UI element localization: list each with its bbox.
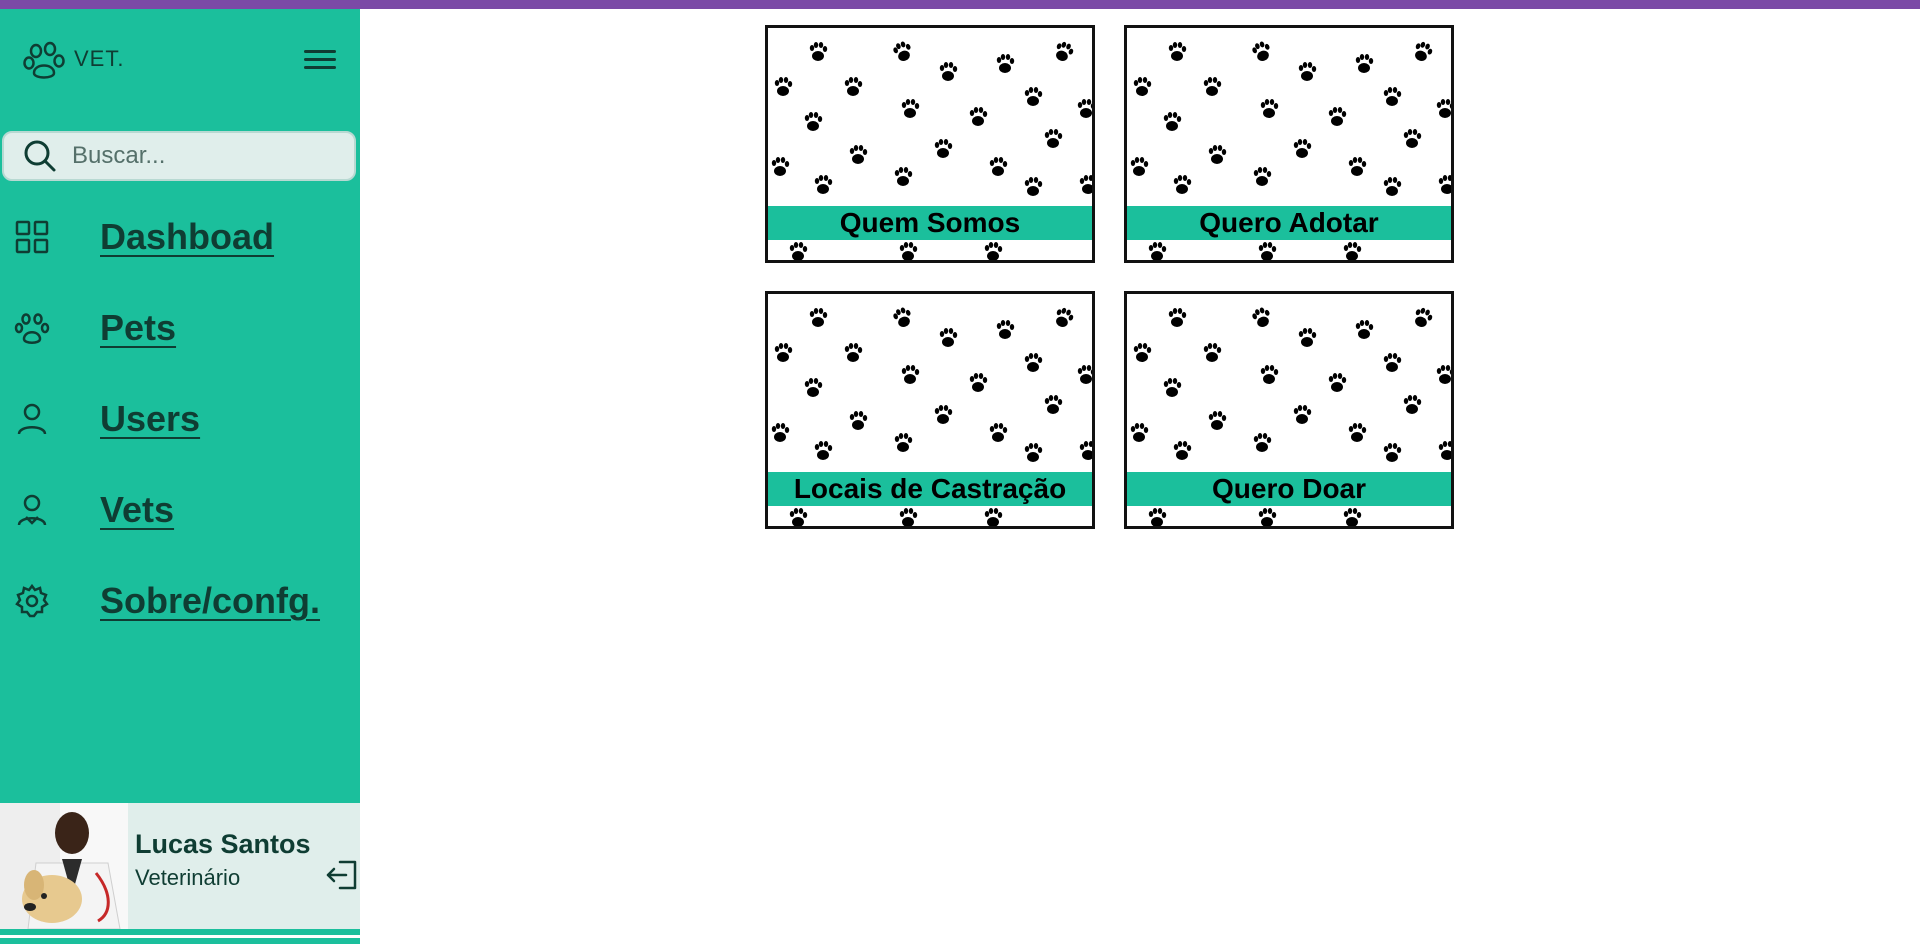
user-icon — [17, 403, 47, 435]
search-icon — [24, 140, 56, 172]
sidebar-item-settings[interactable]: Sobre/confg. — [0, 571, 360, 631]
sidebar-item-users[interactable]: Users — [0, 389, 360, 449]
card-quero-doar[interactable]: Quero Doar — [1124, 291, 1454, 529]
card-label: Quero Adotar — [1127, 206, 1451, 240]
sidebar: VET. Dashboad — [0, 9, 360, 944]
grid-icon — [15, 220, 49, 254]
paw-logo-icon — [23, 41, 65, 79]
sidebar-bottom-line — [0, 938, 360, 944]
brand-logo: VET. — [22, 37, 124, 81]
brand-name: VET. — [74, 46, 125, 71]
sidebar-item-label[interactable]: Users — [100, 398, 200, 440]
sidebar-item-label[interactable]: Vets — [100, 489, 174, 531]
profile-name: Lucas Santos — [135, 829, 311, 859]
sidebar-item-pets[interactable]: Pets — [0, 298, 360, 358]
sidebar-item-label[interactable]: Sobre/confg. — [100, 580, 320, 622]
vet-icon — [17, 494, 47, 526]
sidebar-item-vets[interactable]: Vets — [0, 480, 360, 540]
paw-icon — [14, 313, 50, 344]
card-label: Quem Somos — [768, 206, 1092, 240]
logout-icon[interactable] — [324, 857, 360, 893]
card-label: Locais de Castração — [768, 472, 1092, 506]
hamburger-menu-icon[interactable] — [300, 45, 340, 77]
card-label: Quero Doar — [1127, 472, 1451, 506]
profile-role: Veterinário — [135, 865, 241, 890]
sidebar-item-label[interactable]: Dashboad — [100, 216, 274, 258]
card-quero-adotar[interactable]: Quero Adotar — [1124, 25, 1454, 263]
card-quem-somos[interactable]: Quem Somos — [765, 25, 1095, 263]
gear-icon — [15, 583, 49, 618]
user-profile: Lucas Santos Veterinário — [0, 803, 360, 929]
avatar — [0, 803, 128, 929]
search-box — [2, 131, 356, 181]
sidebar-item-label[interactable]: Pets — [100, 307, 176, 349]
card-locais-castracao[interactable]: Locais de Castração — [765, 291, 1095, 529]
search-input[interactable] — [70, 141, 344, 171]
top-accent-bar — [0, 0, 1920, 9]
sidebar-item-dashboard[interactable]: Dashboad — [0, 207, 360, 267]
